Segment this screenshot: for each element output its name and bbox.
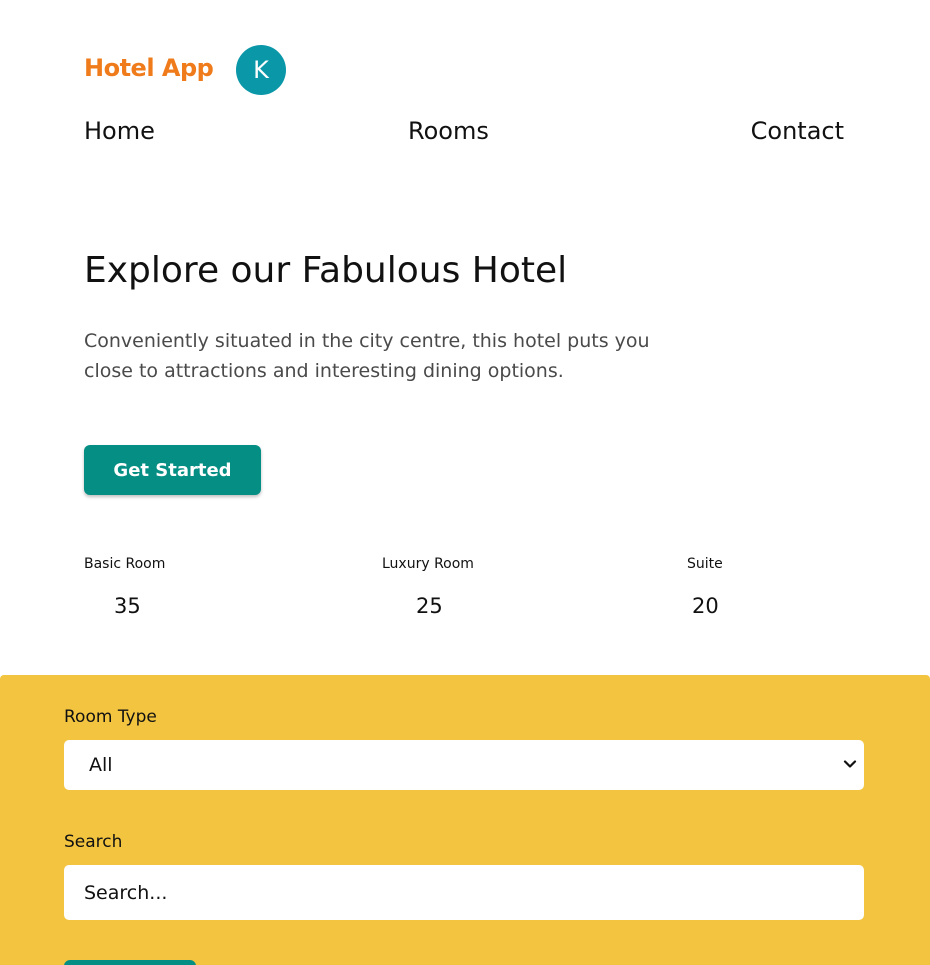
- brand-logo[interactable]: Hotel App: [84, 54, 214, 82]
- avatar-initial: K: [253, 56, 269, 84]
- page: Hotel App K Home Rooms Contact Explore o…: [0, 0, 930, 965]
- chevron-down-icon: [843, 760, 857, 768]
- nav-link-contact[interactable]: Contact: [751, 117, 844, 145]
- nav-link-rooms[interactable]: Rooms: [408, 117, 489, 145]
- stat-label-luxury-room: Luxury Room: [382, 556, 474, 572]
- stat-value-basic-room: 35: [114, 594, 141, 618]
- search-label: Search: [64, 832, 123, 852]
- nav-link-home[interactable]: Home: [84, 117, 155, 145]
- avatar[interactable]: K: [236, 45, 286, 95]
- stat-value-luxury-room: 25: [416, 594, 443, 618]
- get-started-button[interactable]: Get Started: [84, 445, 261, 495]
- room-type-selected-value: All: [89, 754, 113, 776]
- room-type-select[interactable]: All: [64, 740, 864, 790]
- stat-label-suite: Suite: [687, 556, 723, 572]
- hero-description: Conveniently situated in the city centre…: [84, 330, 650, 382]
- filter-submit-button[interactable]: [64, 960, 196, 965]
- stat-label-basic-room: Basic Room: [84, 556, 166, 572]
- stat-value-suite: 20: [692, 594, 719, 618]
- search-input[interactable]: [64, 865, 864, 920]
- hero-title: Explore our Fabulous Hotel: [84, 250, 568, 291]
- room-type-label: Room Type: [64, 707, 157, 727]
